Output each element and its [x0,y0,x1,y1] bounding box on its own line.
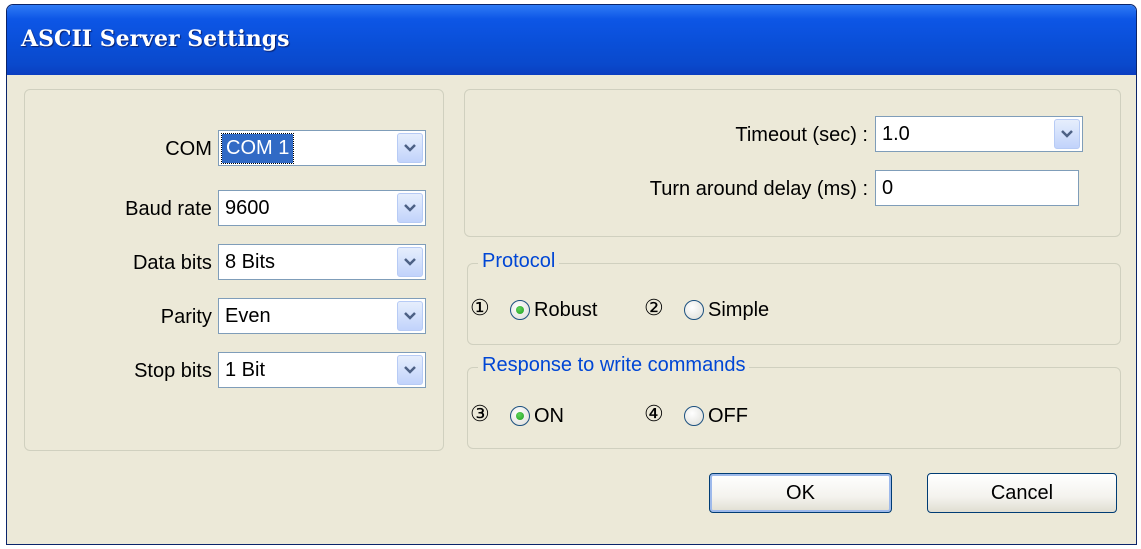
com-select[interactable]: COM 1 [218,130,426,166]
turn-around-delay-label: Turn around delay (ms) : [649,178,868,200]
marker-2: ② [644,296,664,321]
parity-label: Parity : [160,306,223,328]
ascii-server-settings-dialog: ASCII Server Settings COM : COM 1 Baud r… [6,4,1137,545]
cancel-button[interactable]: Cancel [927,473,1117,513]
timing-panel: Timeout (sec) : 1.0 Turn around delay (m… [464,89,1121,237]
off-radio[interactable] [684,406,704,426]
protocol-group: Protocol ① Robust ② Simple [467,250,1121,345]
stop-bits-select[interactable]: 1 Bit [218,352,426,388]
marker-3: ③ [470,402,490,427]
window-title: ASCII Server Settings [21,26,290,52]
simple-radio[interactable] [684,300,704,320]
turn-around-delay-field[interactable] [876,171,1078,205]
ok-button[interactable]: OK [709,473,892,513]
chevron-down-icon[interactable] [397,133,423,163]
chevron-down-icon[interactable] [397,355,423,385]
baud-rate-value: 9600 [225,197,270,219]
chevron-down-icon[interactable] [397,193,423,223]
timeout-value: 1.0 [882,123,910,145]
parity-select[interactable]: Even [218,298,426,334]
response-group-title: Response to write commands [478,354,750,377]
timeout-label: Timeout (sec) : [735,124,868,146]
off-label[interactable]: OFF [708,405,748,428]
on-radio[interactable] [510,406,530,426]
stop-bits-value: 1 Bit [225,359,266,381]
stop-bits-label: Stop bits : [134,360,223,382]
turn-around-delay-input[interactable] [875,170,1079,206]
robust-label[interactable]: Robust [534,299,597,322]
chevron-down-icon[interactable] [1054,119,1080,149]
chevron-down-icon[interactable] [397,247,423,277]
data-bits-value: 8 Bits [225,251,276,273]
data-bits-label: Data bits : [132,252,223,274]
protocol-group-title: Protocol [478,250,560,273]
marker-1: ① [470,296,490,321]
dialog-body: COM : COM 1 Baud rate : 9600 Data bits :… [10,75,1133,541]
chevron-down-icon[interactable] [397,301,423,331]
robust-radio[interactable] [510,300,530,320]
data-bits-select[interactable]: 8 Bits [218,244,426,280]
radio-selected-icon [516,412,524,420]
simple-label[interactable]: Simple [708,299,769,322]
response-group: Response to write commands ③ ON ④ OFF [467,354,1121,449]
parity-value: Even [225,305,271,327]
baud-rate-select[interactable]: 9600 [218,190,426,226]
title-bar[interactable]: ASCII Server Settings [7,5,1136,75]
serial-settings-panel: COM : COM 1 Baud rate : 9600 Data bits :… [24,89,444,451]
com-label: COM : [165,138,223,160]
radio-selected-icon [516,306,524,314]
timeout-select[interactable]: 1.0 [875,116,1083,152]
on-label[interactable]: ON [534,405,564,428]
marker-4: ④ [644,402,664,427]
com-value: COM 1 [220,133,295,164]
baud-rate-label: Baud rate : [125,198,223,220]
